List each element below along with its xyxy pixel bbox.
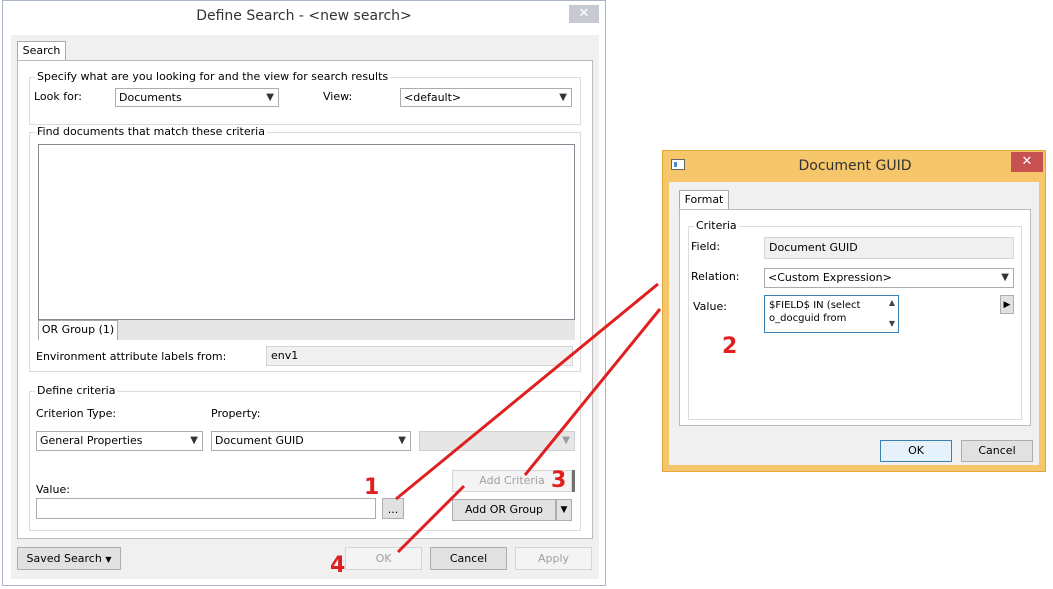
define-criteria-legend: Define criteria [35, 384, 118, 398]
value-input[interactable] [36, 498, 376, 519]
specify-group: Specify what are you looking for and the… [29, 70, 581, 125]
criterion-type-select[interactable]: General Properties ▼ [36, 431, 203, 451]
browse-value-button[interactable]: ... [382, 498, 404, 519]
criteria-group: Criteria Field: Document GUID Relation: … [688, 219, 1022, 420]
define-search-window: Define Search - <new search> ✕ Search Sp… [2, 0, 606, 586]
chevron-down-icon: ▼ [559, 92, 567, 103]
tab-format[interactable]: Format [679, 190, 729, 210]
dialog-body: Format Criteria Field: Document GUID Rel… [669, 182, 1039, 465]
chevron-down-icon: ▼ [560, 505, 568, 515]
format-tab-panel: Criteria Field: Document GUID Relation: … [679, 209, 1031, 426]
criteria-legend: Criteria [694, 219, 739, 233]
look-for-label: Look for: [34, 90, 82, 103]
dialog-body: Search Specify what are you looking for … [11, 35, 599, 579]
scroll-down-icon[interactable]: ▼ [889, 319, 895, 328]
expand-button[interactable]: ▶ [1000, 295, 1014, 314]
chevron-down-icon: ▼ [105, 555, 112, 564]
relation-label: Relation: [691, 270, 740, 283]
or-group-tab-strip: OR Group (1) [38, 320, 575, 340]
document-guid-dialog: Document GUID ✕ Format Criteria Field: D… [662, 150, 1046, 472]
view-label: View: [323, 90, 353, 103]
scroll-up-icon[interactable]: ▲ [889, 298, 895, 307]
dialog-title: Document GUID [798, 158, 912, 174]
chevron-down-icon: ▼ [1001, 272, 1009, 283]
apply-button[interactable]: Apply [515, 547, 592, 570]
env-label: Environment attribute labels from: [36, 350, 227, 363]
tab-search[interactable]: Search [17, 41, 66, 61]
close-button[interactable]: ✕ [1011, 152, 1043, 172]
add-or-group-button[interactable]: Add OR Group [452, 499, 556, 521]
property-select[interactable]: Document GUID ▼ [211, 431, 411, 451]
annotation-1: 1 [364, 475, 380, 500]
ok-button[interactable]: OK [880, 440, 952, 462]
criterion-type-label: Criterion Type: [36, 407, 117, 420]
ok-button[interactable]: OK [345, 547, 422, 570]
chevron-down-icon: ▼ [398, 435, 406, 446]
value-textarea[interactable]: $FIELD$ IN (select o_docguid from ▲ ▼ [764, 295, 899, 333]
env-field: env1 [266, 346, 573, 366]
chevron-right-icon: ▶ [1003, 300, 1011, 310]
annotation-4: 4 [330, 553, 346, 578]
define-criteria-group: Define criteria Criterion Type: General … [29, 384, 581, 531]
relation-select[interactable]: <Custom Expression> ▼ [764, 268, 1014, 288]
close-icon: ✕ [1021, 154, 1033, 169]
close-button[interactable]: ✕ [569, 5, 599, 23]
cancel-button[interactable]: Cancel [430, 547, 507, 570]
chevron-down-icon: ▼ [190, 435, 198, 446]
chevron-down-icon: ▼ [266, 92, 274, 103]
field-label: Field: [691, 240, 721, 253]
look-for-select[interactable]: Documents ▼ [115, 88, 279, 107]
chevron-down-icon: ▼ [562, 435, 570, 446]
view-select[interactable]: <default> ▼ [400, 88, 572, 107]
value-label: Value: [36, 483, 70, 496]
window-title: Define Search - <new search> [196, 8, 412, 24]
search-tab-panel: Specify what are you looking for and the… [17, 60, 593, 539]
criteria-legend: Find documents that match these criteria [35, 125, 267, 139]
annotation-3: 3 [551, 468, 567, 493]
specify-legend: Specify what are you looking for and the… [35, 70, 391, 84]
value-label: Value: [693, 300, 727, 313]
criteria-group: Find documents that match these criteria… [29, 125, 581, 372]
tab-or-group-1[interactable]: OR Group (1) [38, 320, 118, 340]
saved-search-button[interactable]: Saved Search ▼ [17, 547, 121, 570]
cancel-button[interactable]: Cancel [961, 440, 1033, 462]
close-icon: ✕ [578, 6, 590, 21]
property-label: Property: [211, 407, 261, 420]
add-criteria-split [572, 470, 575, 492]
criteria-list[interactable] [38, 144, 575, 320]
operator-select[interactable]: ▼ [419, 431, 575, 451]
title-bar: Define Search - <new search> ✕ [3, 1, 605, 33]
field-display: Document GUID [764, 237, 1014, 259]
add-or-group-dropdown[interactable]: ▼ [556, 499, 572, 521]
annotation-2: 2 [722, 334, 738, 359]
